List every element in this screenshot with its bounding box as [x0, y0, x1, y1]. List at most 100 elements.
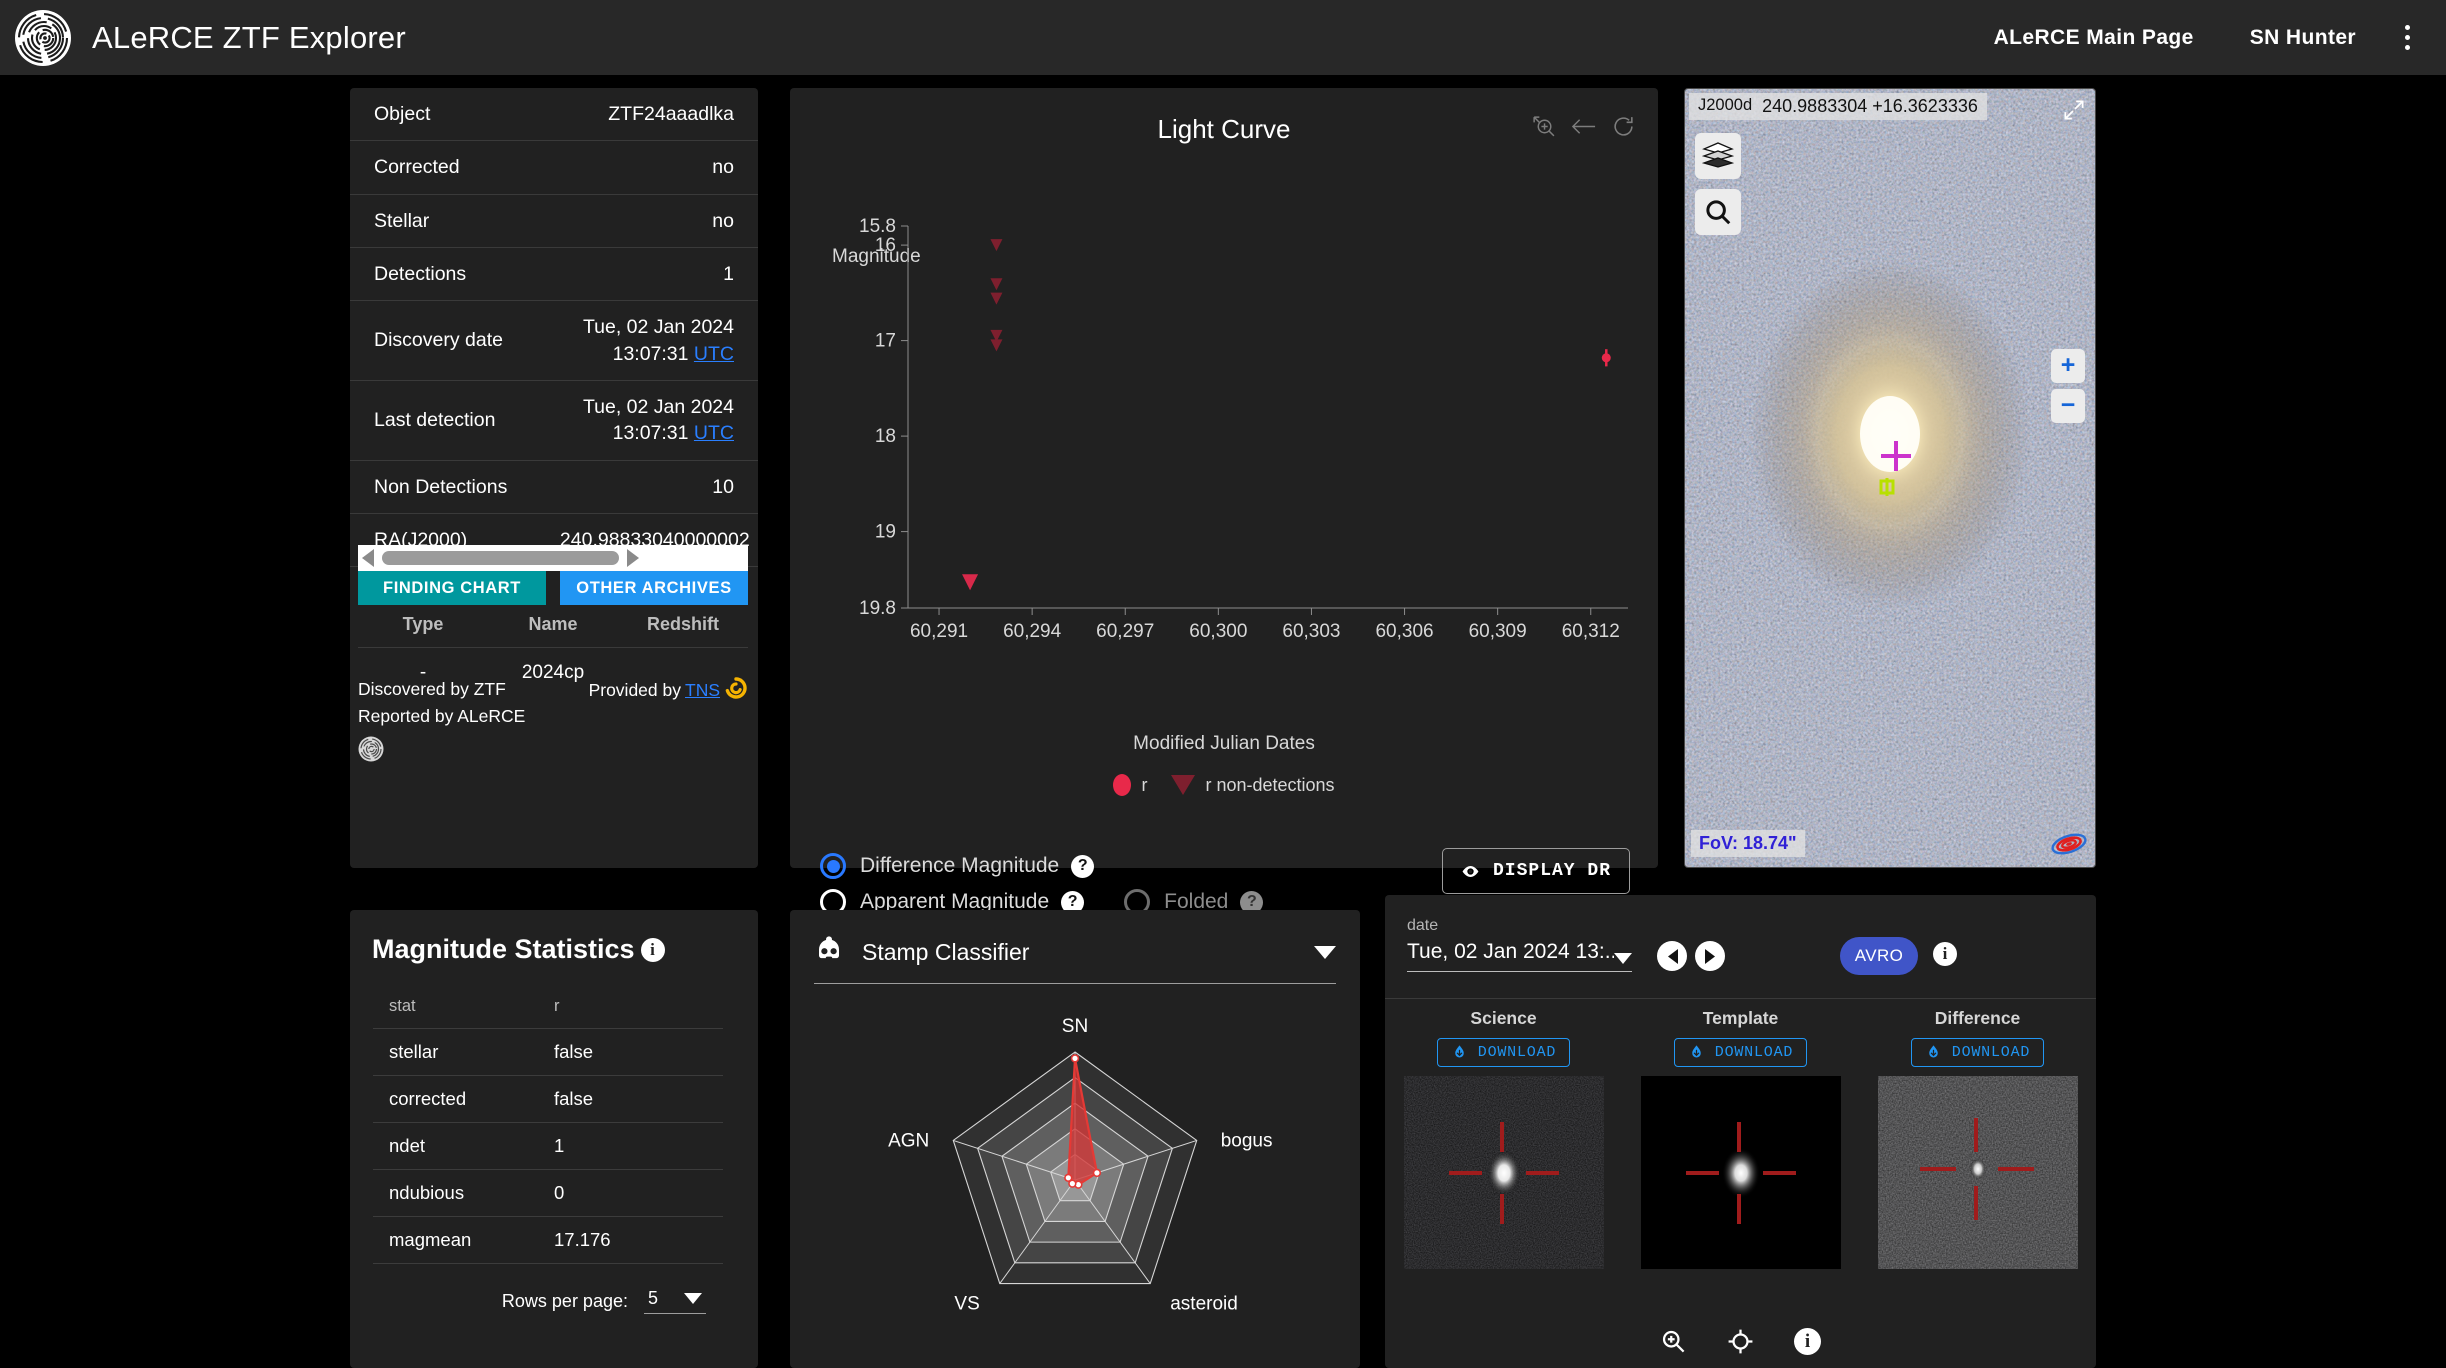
- tab-other-archives[interactable]: OTHER ARCHIVES: [560, 571, 748, 605]
- row-key: Non Detections: [350, 460, 550, 513]
- svg-text:60,312: 60,312: [1562, 621, 1620, 642]
- tns-link[interactable]: TNS: [685, 680, 720, 701]
- table-row: Stellar no: [350, 194, 758, 247]
- row-value: Tue, 02 Jan 2024 13:07:31 UTC: [550, 380, 758, 460]
- table-row: Object ZTF24aaadlka: [350, 88, 758, 141]
- difference-stamp-image[interactable]: [1878, 1076, 2078, 1269]
- kebab-menu-icon[interactable]: [2384, 25, 2430, 50]
- download-icon: [1451, 1044, 1468, 1061]
- col-stat: stat: [373, 992, 548, 1029]
- next-arrow-icon[interactable]: [1695, 941, 1725, 971]
- coordinates-value: 240.9883304 +16.3623336: [1762, 96, 1978, 117]
- light-curve-title: Light Curve: [790, 114, 1658, 145]
- object-table-horizontal-scrollbar[interactable]: [358, 545, 748, 571]
- stamp-column-difference: Difference DOWNLOAD: [1870, 1008, 2085, 1269]
- scroll-right-arrow[interactable]: [627, 549, 639, 567]
- science-stamp-image[interactable]: [1404, 1076, 1604, 1269]
- row-key: Object: [350, 88, 550, 141]
- download-template-button[interactable]: DOWNLOAD: [1674, 1038, 1807, 1067]
- table-row: ndet 1: [373, 1123, 723, 1170]
- zoom-out-button[interactable]: −: [2051, 389, 2085, 423]
- stat-name: stellar: [373, 1029, 548, 1076]
- download-science-label: DOWNLOAD: [1478, 1044, 1556, 1061]
- search-icon[interactable]: [1695, 189, 1741, 235]
- app-header: ALeRCE ZTF Explorer ALeRCE Main Page SN …: [0, 0, 2446, 75]
- stat-name: magmean: [373, 1217, 548, 1264]
- rows-per-page-control: Rows per page: 5: [350, 1288, 758, 1314]
- classifier-selector[interactable]: Stamp Classifier: [814, 936, 1336, 984]
- svg-text:60,297: 60,297: [1096, 621, 1154, 642]
- row-key: Stellar: [350, 194, 550, 247]
- nav-link-alerce-main-page[interactable]: ALeRCE Main Page: [1966, 26, 2222, 50]
- sky-zoom-controls: + −: [2051, 349, 2085, 423]
- radio-difference-magnitude[interactable]: [820, 853, 846, 879]
- help-question-icon[interactable]: ?: [1071, 855, 1094, 878]
- info-icon[interactable]: i: [641, 938, 665, 962]
- info-icon[interactable]: i: [1794, 1328, 1821, 1355]
- light-curve-plot[interactable]: 15.81617181919.860,29160,29460,29760,300…: [790, 188, 1658, 748]
- tab-finding-chart[interactable]: FINDING CHART: [358, 571, 546, 605]
- stamp-columns: Science DOWNLOAD: [1385, 1008, 2096, 1269]
- sky-viewer-card[interactable]: J2000d 240.9883304 +16.3623336 + − FoV: …: [1684, 88, 2096, 868]
- rows-per-page-select[interactable]: 5: [644, 1288, 706, 1314]
- radar-axis-label: bogus: [1221, 1130, 1273, 1151]
- table-header-row: stat r: [373, 992, 723, 1029]
- info-icon[interactable]: i: [1933, 942, 1957, 966]
- stat-value: false: [548, 1029, 723, 1076]
- magnitude-statistics-table: stat r stellar false corrected false nde…: [373, 992, 723, 1264]
- reported-by-text: Reported by ALeRCE: [358, 703, 525, 730]
- back-arrow-icon[interactable]: [1570, 114, 1597, 144]
- zoom-in-button[interactable]: +: [2051, 349, 2085, 383]
- option-difference-magnitude[interactable]: Difference Magnitude ?: [820, 853, 1263, 879]
- tns-spiral-icon: [724, 676, 748, 705]
- discovered-by-text: Discovered by ZTF: [358, 676, 525, 703]
- avro-button[interactable]: AVRO: [1840, 937, 1918, 975]
- nav-link-sn-hunter[interactable]: SN Hunter: [2222, 26, 2384, 50]
- magnitude-statistics-card: Magnitude Statistics i stat r stellar fa…: [350, 910, 758, 1368]
- reset-refresh-icon[interactable]: [1611, 114, 1636, 144]
- utc-link[interactable]: UTC: [694, 343, 734, 365]
- row-key: Last detection: [350, 380, 550, 460]
- download-difference-button[interactable]: DOWNLOAD: [1911, 1038, 2044, 1067]
- coordinate-badge: J2000d 240.9883304 +16.3623336: [1689, 93, 1987, 120]
- aladin-galaxy-icon: [2051, 831, 2085, 857]
- scrollbar-thumb[interactable]: [382, 551, 619, 565]
- crosshair-icon[interactable]: [1727, 1328, 1754, 1360]
- rows-per-page-label: Rows per page:: [502, 1291, 628, 1312]
- classifier-radar-chart[interactable]: SNbogusasteroidVSAGN: [790, 1010, 1360, 1360]
- row-value: 1: [550, 247, 758, 300]
- zoom-in-icon[interactable]: [1660, 1328, 1687, 1360]
- scroll-left-arrow[interactable]: [362, 549, 374, 567]
- app-title: ALeRCE ZTF Explorer: [92, 20, 406, 56]
- provided-by-label: Provided by: [589, 680, 681, 701]
- spiral-galaxy-logo: [14, 9, 72, 67]
- stack-layers-icon[interactable]: [1695, 133, 1741, 179]
- chevron-down-icon[interactable]: [1614, 953, 1632, 964]
- tns-table: Type Name Redshift - 2024cp: [358, 605, 748, 686]
- stat-name: corrected: [373, 1076, 548, 1123]
- stamp-title-template: Template: [1703, 1008, 1779, 1029]
- download-difference-label: DOWNLOAD: [1952, 1044, 2030, 1061]
- stamp-date-navigation: [1657, 941, 1725, 971]
- tns-credits: Discovered by ZTF Reported by ALeRCE: [358, 676, 525, 770]
- zoom-select-icon[interactable]: [1531, 114, 1556, 144]
- template-stamp-image[interactable]: [1641, 1076, 1841, 1269]
- row-key: Discovery date: [350, 301, 550, 381]
- download-science-button[interactable]: DOWNLOAD: [1437, 1038, 1570, 1067]
- utc-link[interactable]: UTC: [694, 422, 734, 444]
- tns-col-redshift: Redshift: [618, 605, 748, 648]
- prev-arrow-icon[interactable]: [1657, 941, 1687, 971]
- stat-name: ndubious: [373, 1170, 548, 1217]
- light-curve-legend: r r non-detections: [790, 774, 1658, 796]
- svg-text:16: 16: [875, 235, 896, 256]
- label-difference-magnitude: Difference Magnitude: [860, 854, 1059, 878]
- fullscreen-expand-icon[interactable]: [2061, 97, 2087, 128]
- display-dr-button[interactable]: DISPLAY DR: [1442, 848, 1630, 894]
- row-value: 10: [550, 460, 758, 513]
- date-select[interactable]: date Tue, 02 Jan 2024 13:...: [1407, 917, 1632, 972]
- tns-table-header: Type Name Redshift: [358, 605, 748, 648]
- svg-text:60,309: 60,309: [1469, 621, 1527, 642]
- sky-survey-image[interactable]: [1685, 89, 2095, 867]
- chevron-down-icon[interactable]: [1314, 946, 1336, 959]
- svg-text:60,303: 60,303: [1282, 621, 1340, 642]
